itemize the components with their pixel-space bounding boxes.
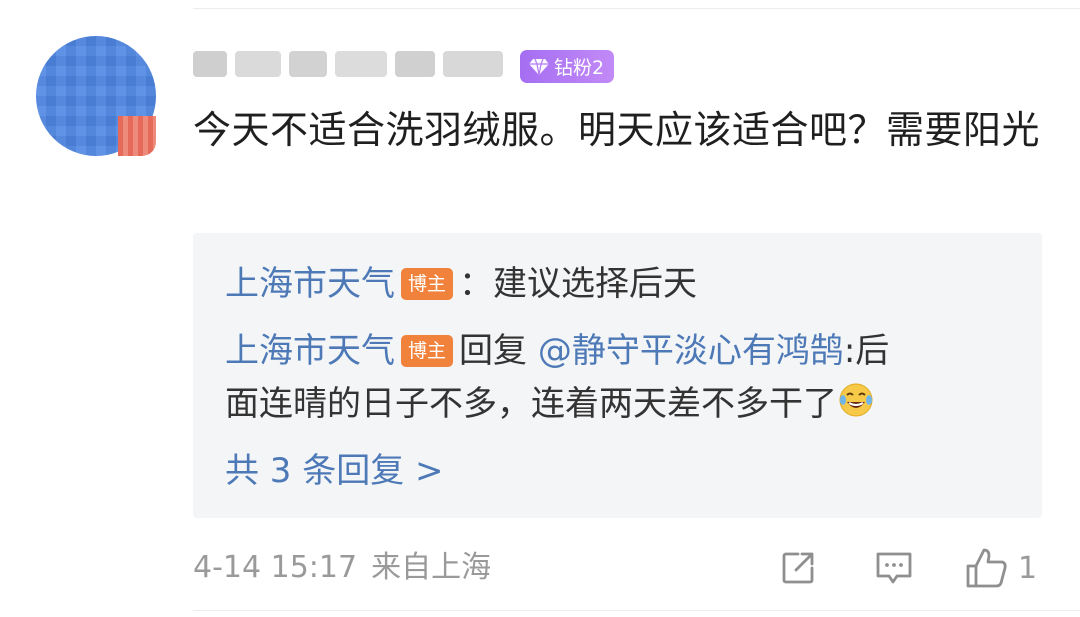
reply-item[interactable]: 上海市天气 博主 ：建议选择后天: [225, 258, 697, 310]
laugh-cry-emoji-icon: [839, 383, 873, 417]
like-count: 1: [1018, 550, 1038, 586]
comment-button[interactable]: [873, 540, 915, 596]
fan-badge-label: 钻粉2: [554, 57, 605, 79]
mention-link[interactable]: @静守平淡心有鸿鹄: [538, 331, 844, 371]
reply-item[interactable]: 上海市天气 博主 回复 @静守平淡心有鸿鹄:后: [225, 325, 889, 377]
blurred-text-block: [443, 51, 503, 77]
blurred-text-block: [395, 51, 435, 77]
reply-text-continued: 面连晴的日子不多，连着两天差不多干了: [225, 378, 875, 430]
blurred-text-block: [235, 51, 281, 77]
reply-text: ：建议选择后天: [459, 264, 698, 304]
reply-box[interactable]: 上海市天气 博主 ：建议选择后天 上海市天气 博主 回复 @静守平淡心有鸿鹄:后 面连晴…: [193, 233, 1042, 518]
blurred-text-block: [289, 51, 327, 77]
comment-time: 4-14 15:17: [193, 550, 358, 585]
avatar-verify-badge: [118, 116, 156, 156]
share-button[interactable]: [778, 540, 818, 596]
comment-text: 今天不适合洗羽绒服。明天应该适合吧？需要阳光: [193, 108, 1041, 152]
username-blurred[interactable]: [193, 44, 511, 84]
reply-author-link[interactable]: 上海市天气: [225, 331, 395, 371]
reply-author-link[interactable]: 上海市天气: [225, 264, 395, 304]
thumbs-up-icon: [966, 548, 1007, 588]
bottom-divider: [193, 610, 1080, 611]
blogger-tag: 博主: [401, 335, 454, 367]
reply-text: :后: [843, 331, 890, 371]
top-divider: [193, 8, 1080, 9]
more-replies-link[interactable]: 共 3 条回复 >: [225, 445, 444, 497]
comment-meta: 4-14 15:17 来自上海: [193, 546, 491, 590]
blogger-tag: 博主: [401, 268, 454, 300]
comment-icon: [876, 552, 912, 584]
share-icon: [782, 552, 814, 584]
reply-word: 回复: [459, 331, 528, 371]
like-button[interactable]: 1: [964, 540, 1037, 596]
blurred-text-block: [335, 51, 387, 77]
blurred-text-block: [193, 51, 227, 77]
fan-level-badge[interactable]: 钻粉2: [520, 50, 615, 83]
diamond-icon: [529, 58, 549, 75]
reply-text: 面连晴的日子不多，连着两天差不多干了: [225, 384, 837, 424]
comment-location: 来自上海: [371, 550, 492, 585]
